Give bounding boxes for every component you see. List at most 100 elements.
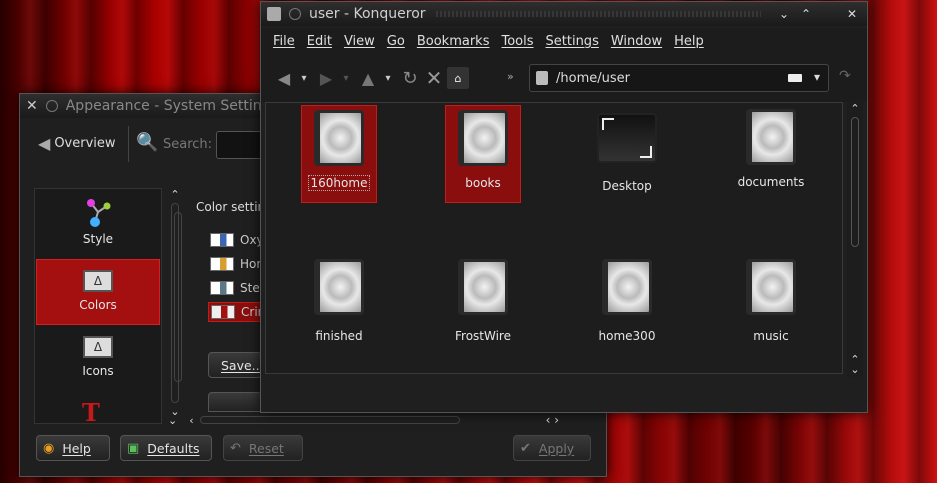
scheme-swatch (210, 257, 234, 271)
apply-button[interactable]: ✔ Apply (513, 435, 591, 461)
forward-history-icon[interactable]: ▾ (339, 73, 353, 84)
scheme-item[interactable]: Hor (210, 254, 261, 274)
home-icon[interactable]: ⌂ (447, 67, 469, 89)
sidebar-item-style[interactable]: Style (36, 192, 160, 258)
scroll-up-icon[interactable]: ⌃ (847, 102, 863, 115)
folder-icon (458, 110, 508, 166)
sidebar-item-label: Style (82, 232, 114, 246)
file-item-160home[interactable]: 160home (301, 105, 377, 203)
folder-icon (746, 259, 796, 315)
tools-icon: ✕ (26, 98, 38, 114)
file-item-books[interactable]: books (445, 105, 521, 203)
konqueror-window-title: user - Konqueror (309, 6, 426, 22)
scroll-left-right-icon[interactable]: ‹ › (546, 413, 559, 427)
minimize-icon[interactable]: ⌄ (775, 5, 793, 23)
toolbar-extension-icon[interactable]: » (507, 70, 514, 83)
menu-button-icon[interactable] (45, 100, 58, 112)
scheme-label: Hor (240, 257, 262, 271)
folder-icon (458, 259, 508, 315)
titlebar-grip (435, 11, 761, 17)
file-name: music (753, 329, 789, 343)
file-name: 160home (307, 175, 371, 191)
file-item-documents[interactable]: documents (733, 105, 809, 203)
stop-icon[interactable]: ✕ (423, 66, 445, 90)
file-view[interactable]: 160home books Desktop documents finished… (265, 102, 843, 374)
help-label: Help (62, 440, 91, 456)
horizontal-scrollbar[interactable]: ⌄ ‹ ‹ › (168, 412, 578, 428)
colors-icon: Δ (83, 270, 113, 292)
konqueror-titlebar[interactable]: user - Konqueror ⌄ ⌃ ✕ (261, 2, 867, 26)
reset-button[interactable]: ↶ Reset (223, 435, 303, 461)
desktop-icon (597, 113, 657, 163)
menu-tools[interactable]: Tools (495, 34, 539, 49)
file-item-finished[interactable]: finished (301, 255, 377, 353)
icons-icon: Δ (83, 336, 113, 358)
menu-edit[interactable]: Edit (301, 34, 338, 49)
sidebar-item-colors[interactable]: Δ Colors (36, 259, 160, 325)
sidebar-item-icons[interactable]: Δ Icons (36, 328, 160, 394)
scroll-down-icon[interactable]: ⌄ (168, 414, 177, 427)
file-name: Desktop (602, 179, 652, 193)
file-item-music[interactable]: music (733, 255, 809, 353)
file-name: FrostWire (455, 329, 511, 343)
location-input[interactable]: /home/user (556, 71, 630, 86)
menu-go[interactable]: Go (381, 34, 411, 49)
apply-label: Apply (538, 440, 575, 456)
menu-file[interactable]: File (267, 34, 301, 49)
location-bar[interactable]: /home/user ▾ (529, 64, 829, 92)
file-item-desktop[interactable]: Desktop (589, 105, 665, 203)
file-view-scrollbar[interactable]: ⌃ ⌃ ⌄ (847, 102, 863, 377)
defaults-icon: ▣ (127, 440, 140, 456)
back-arrow-icon: ◀ (38, 134, 51, 153)
go-icon[interactable]: ↷ (839, 68, 851, 84)
reload-icon[interactable]: ↻ (399, 67, 421, 89)
menu-button-icon[interactable] (289, 8, 301, 20)
scroll-up-icon[interactable]: ⌃ (168, 188, 182, 201)
scheme-item[interactable]: Oxy (210, 230, 264, 250)
folder-location-icon (536, 71, 548, 85)
appearance-window-title: Appearance - System Settings (65, 98, 278, 114)
menu-window[interactable]: Window (605, 34, 668, 49)
defaults-button[interactable]: ▣ Defaults (120, 435, 212, 461)
color-settings-label: Color settin (196, 200, 266, 214)
file-name: finished (315, 329, 363, 343)
file-item-home300[interactable]: home300 (589, 255, 665, 353)
folder-icon (746, 109, 796, 165)
maximize-icon[interactable]: ⌃ (797, 5, 815, 23)
help-icon: ◉ (43, 440, 55, 456)
scheme-swatch (210, 281, 234, 295)
location-dropdown-icon[interactable]: ▾ (814, 70, 820, 84)
scrollbar-handle[interactable] (851, 117, 859, 247)
scroll-up-down-icon[interactable]: ⌃ ⌄ (847, 354, 863, 375)
overview-label: Overview (54, 136, 116, 151)
konqueror-app-icon (267, 7, 281, 21)
fonts-icon[interactable]: T (82, 398, 112, 422)
scheme-item[interactable]: Ste (210, 278, 260, 298)
close-icon[interactable]: ✕ (843, 5, 861, 23)
back-icon[interactable]: ◀ (273, 67, 295, 89)
search-label: Search: (163, 137, 213, 152)
scrollbar-track[interactable] (199, 416, 460, 424)
menu-bookmarks[interactable]: Bookmarks (411, 34, 496, 49)
menu-view[interactable]: View (338, 34, 381, 49)
sidebar-item-label: Icons (82, 364, 114, 378)
clear-location-icon[interactable] (788, 74, 802, 82)
reset-label: Reset (248, 440, 284, 456)
up-icon[interactable]: ▲ (357, 67, 379, 89)
save-scheme-button[interactable]: Save... (208, 352, 264, 378)
forward-icon[interactable]: ▶ (315, 67, 337, 89)
scheme-item-selected[interactable]: Crir (208, 302, 268, 322)
folder-icon (602, 259, 652, 315)
defaults-label: Defaults (147, 440, 200, 456)
help-button[interactable]: ◉ Help (36, 435, 110, 461)
scheme-swatch (211, 305, 235, 319)
menu-help[interactable]: Help (668, 34, 710, 49)
menu-settings[interactable]: Settings (540, 34, 605, 49)
file-item-frostwire[interactable]: FrostWire (445, 255, 521, 353)
scroll-left-icon[interactable]: ‹ (189, 414, 193, 427)
overview-button[interactable]: ◀ Overview (38, 134, 116, 153)
scheme-action-button[interactable] (208, 392, 262, 412)
back-history-icon[interactable]: ▾ (297, 73, 311, 84)
up-history-icon[interactable]: ▾ (381, 73, 395, 84)
scheme-scrollbar[interactable] (174, 212, 182, 382)
